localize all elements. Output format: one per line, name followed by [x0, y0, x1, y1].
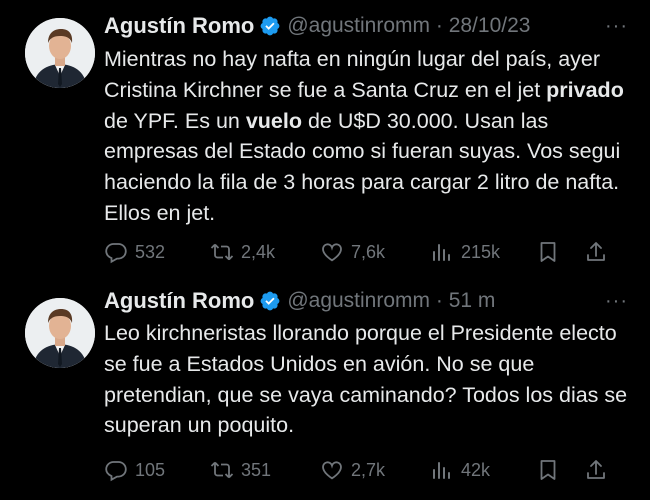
- display-name[interactable]: Agustín Romo: [104, 13, 254, 39]
- tweet-text: Mientras no hay nafta en ningún lugar de…: [104, 44, 638, 229]
- action-bar: 532 2,4k 7,6k 215k: [104, 236, 638, 268]
- share-button[interactable]: [584, 454, 608, 486]
- share-icon: [587, 460, 605, 479]
- action-bar: 105 351 2,7k 42k: [104, 454, 638, 486]
- verified-badge-icon: [260, 16, 280, 36]
- views-icon: [433, 462, 450, 479]
- retweet-icon: [210, 461, 234, 479]
- separator: ·: [430, 289, 449, 312]
- like-count: 7,6k: [351, 241, 386, 262]
- text-segment: Leo kirchneristas llorando porque el Pre…: [104, 321, 628, 438]
- views-count: 215k: [461, 241, 501, 262]
- reply-count: 532: [135, 241, 166, 262]
- text-segment-bold: privado: [546, 77, 624, 102]
- views-button[interactable]: 42k: [430, 454, 490, 486]
- views-count: 42k: [461, 459, 491, 480]
- more-options-icon[interactable]: ···: [605, 10, 628, 42]
- reply-button[interactable]: 532: [104, 236, 165, 268]
- bookmark-icon: [540, 460, 556, 480]
- tweet[interactable]: Agustín Romo @agustinromm · 28/10/23 ···…: [0, 0, 650, 285]
- retweet-count: 351: [241, 459, 272, 480]
- handle[interactable]: @agustinromm: [287, 14, 430, 38]
- like-icon: [322, 461, 342, 480]
- like-icon: [322, 243, 342, 262]
- share-icon: [587, 242, 605, 261]
- like-count: 2,7k: [351, 459, 386, 480]
- more-options-icon[interactable]: ···: [605, 285, 628, 317]
- bookmark-icon: [540, 242, 556, 262]
- timestamp[interactable]: 51 m: [449, 289, 496, 313]
- reply-button[interactable]: 105: [104, 454, 165, 486]
- reply-icon: [105, 461, 127, 482]
- timestamp[interactable]: 28/10/23: [449, 14, 531, 38]
- tweet-text: Leo kirchneristas llorando porque el Pre…: [104, 318, 638, 441]
- tweet-header: Agustín Romo @agustinromm · 28/10/23 ···: [104, 10, 632, 42]
- reply-count: 105: [135, 459, 166, 480]
- text-segment: Mientras no hay nafta en ningún lugar de…: [104, 47, 601, 102]
- retweet-button[interactable]: 2,4k: [210, 236, 275, 268]
- verified-badge-icon: [260, 291, 280, 311]
- text-segment: de YPF. Es un: [104, 108, 246, 133]
- views-icon: [433, 244, 450, 261]
- avatar-photo-icon: [25, 18, 95, 88]
- text-segment-bold: vuelo: [245, 108, 302, 133]
- retweet-icon: [210, 243, 234, 261]
- avatar[interactable]: [25, 18, 95, 88]
- like-button[interactable]: 2,7k: [320, 454, 385, 486]
- avatar-photo-icon: [25, 298, 95, 368]
- like-button[interactable]: 7,6k: [320, 236, 385, 268]
- display-name[interactable]: Agustín Romo: [104, 288, 254, 314]
- avatar[interactable]: [25, 298, 95, 368]
- bookmark-button[interactable]: [536, 236, 560, 268]
- handle[interactable]: @agustinromm: [287, 289, 430, 313]
- reply-icon: [105, 243, 127, 264]
- bookmark-button[interactable]: [536, 454, 560, 486]
- share-button[interactable]: [584, 236, 608, 268]
- tweet-header: Agustín Romo @agustinromm · 51 m ···: [104, 285, 632, 317]
- retweet-count: 2,4k: [241, 241, 276, 262]
- separator: ·: [430, 14, 449, 37]
- views-button[interactable]: 215k: [430, 236, 500, 268]
- retweet-button[interactable]: 351: [210, 454, 271, 486]
- tweet[interactable]: Agustín Romo @agustinromm · 51 m ··· Leo…: [0, 285, 650, 500]
